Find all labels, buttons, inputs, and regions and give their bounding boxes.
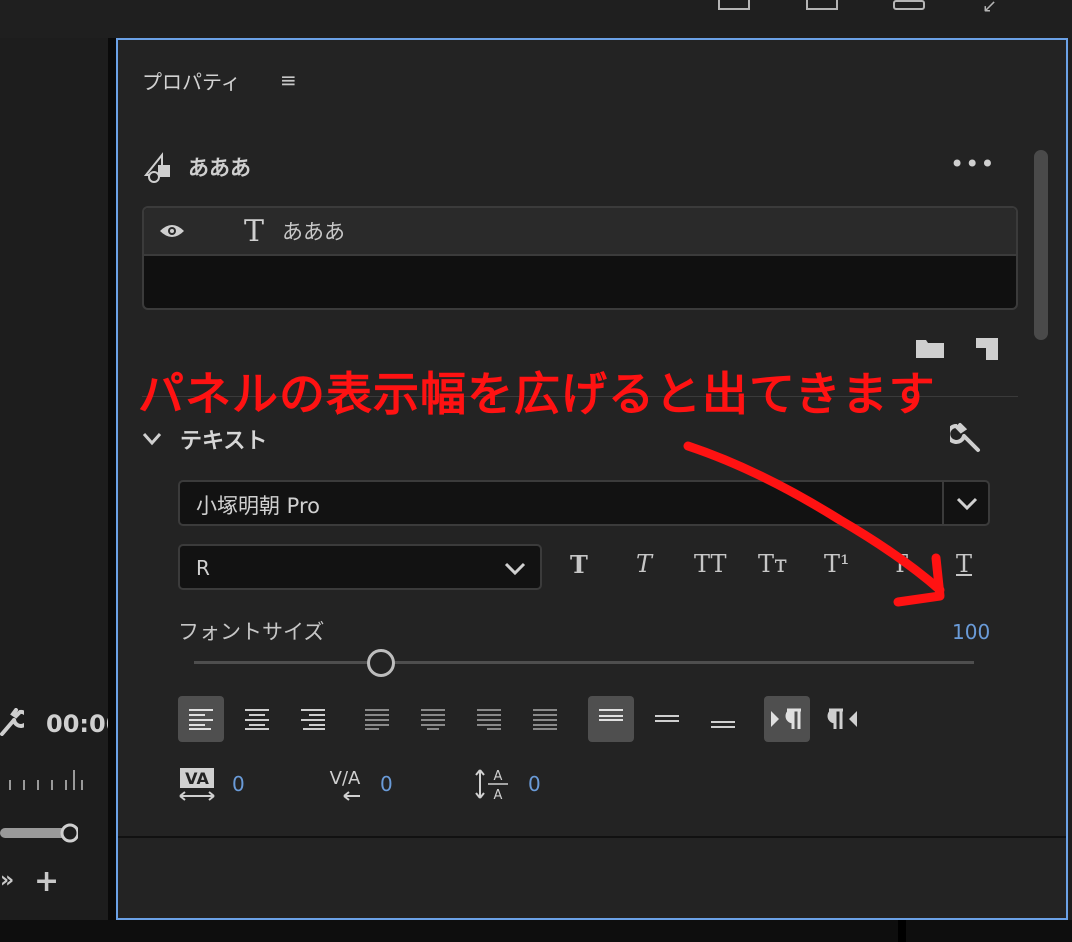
align-top-button[interactable] xyxy=(588,696,634,742)
underline-button[interactable]: T xyxy=(956,550,972,586)
superscript-button[interactable]: T¹ xyxy=(824,550,850,586)
align-bottom-icon xyxy=(711,721,735,728)
font-family-value: 小塚明朝 Pro xyxy=(196,494,320,518)
justify-center-button[interactable] xyxy=(410,696,456,742)
safe-margins-icon[interactable] xyxy=(806,0,838,10)
wrench-icon[interactable] xyxy=(950,422,982,454)
small-caps-button[interactable]: Tт xyxy=(758,550,787,586)
layer-list: T あああ xyxy=(142,206,1018,310)
tracking-value[interactable]: 0 xyxy=(380,772,393,796)
graphic-shape-icon xyxy=(143,152,170,183)
ltr-direction-button[interactable] xyxy=(764,696,810,742)
annotation-text: パネルの表示幅を広げると出てきます xyxy=(138,367,936,421)
font-size-slider-track[interactable] xyxy=(194,661,974,664)
justify-right-button[interactable] xyxy=(466,696,512,742)
all-caps-button[interactable]: TT xyxy=(694,550,726,586)
align-center-icon xyxy=(245,709,269,730)
kerning-control[interactable]: VA 0 xyxy=(178,764,245,804)
chevron-down-icon[interactable] xyxy=(142,432,162,446)
align-middle-button[interactable] xyxy=(644,696,690,742)
chevron-down-icon xyxy=(956,497,978,511)
text-layer-icon: T xyxy=(244,213,265,249)
align-left-icon xyxy=(189,709,213,730)
top-toolbar: ↙ xyxy=(0,0,1072,38)
font-style-select[interactable]: R xyxy=(178,544,542,590)
section-title: テキスト xyxy=(180,429,268,454)
add-icon[interactable]: + xyxy=(34,864,59,899)
panel-footer-divider xyxy=(118,836,1066,838)
justify-left-button[interactable] xyxy=(354,696,400,742)
align-middle-icon xyxy=(655,715,679,722)
ltr-paragraph-icon xyxy=(771,708,801,729)
bottom-divider xyxy=(898,920,906,942)
justify-left-icon xyxy=(365,709,389,730)
properties-panel: プロパティ ≡ あああ ••• T あああ パネルの表示幅を広げると出てきます xyxy=(116,38,1068,920)
baseline-value[interactable]: 0 xyxy=(528,772,541,796)
new-layer-icon[interactable] xyxy=(976,338,998,360)
subscript-button[interactable]: T xyxy=(892,550,908,586)
chevron-down-icon[interactable] xyxy=(504,558,526,578)
scrollbar[interactable] xyxy=(1034,150,1048,340)
rtl-direction-button[interactable] xyxy=(820,696,866,742)
collapse-arrow-icon[interactable]: ↙ xyxy=(982,0,997,17)
wrench-icon[interactable] xyxy=(0,708,24,736)
panel-title: プロパティ xyxy=(142,70,241,94)
align-top-icon xyxy=(599,709,623,721)
font-family-select[interactable]: 小塚明朝 Pro xyxy=(178,480,990,526)
align-left-button[interactable] xyxy=(178,696,224,742)
svg-text:A: A xyxy=(494,788,503,802)
more-options-button[interactable]: ••• xyxy=(950,150,995,178)
font-size-slider-knob[interactable] xyxy=(367,649,396,677)
faux-bold-button[interactable]: T xyxy=(570,550,588,586)
align-bottom-button[interactable] xyxy=(700,696,746,742)
svg-text:V/A: V/A xyxy=(330,768,361,789)
tracking-control[interactable]: V/A 0 xyxy=(326,764,393,804)
layer-row[interactable]: T あああ xyxy=(144,208,1016,256)
bottom-strip xyxy=(0,920,1072,942)
justify-right-icon xyxy=(477,709,501,730)
justify-all-button[interactable] xyxy=(522,696,568,742)
timeline-ruler xyxy=(9,770,83,790)
leading-icon: A A xyxy=(475,769,508,802)
more-chevrons-icon[interactable]: » xyxy=(0,868,14,893)
align-center-button[interactable] xyxy=(234,696,280,742)
kerning-icon: VA xyxy=(179,768,215,801)
justify-center-icon xyxy=(421,709,445,730)
toggle-icon[interactable] xyxy=(893,0,925,10)
svg-text:A: A xyxy=(494,769,503,784)
rtl-paragraph-icon xyxy=(827,708,857,729)
folder-icon[interactable] xyxy=(916,338,944,358)
font-family-dropdown[interactable] xyxy=(942,482,988,524)
text-section-header[interactable]: テキスト xyxy=(142,422,267,456)
clip-name: あああ xyxy=(188,156,251,180)
font-size-value[interactable]: 100 xyxy=(952,620,990,644)
clip-header: あああ xyxy=(142,150,251,184)
kerning-value[interactable]: 0 xyxy=(232,772,245,796)
svg-text:VA: VA xyxy=(185,769,209,788)
baseline-control[interactable]: A A 0 xyxy=(474,764,541,804)
font-size-label: フォントサイズ xyxy=(178,620,325,644)
layer-name[interactable]: あああ xyxy=(282,216,345,246)
panel-menu-icon[interactable]: ≡ xyxy=(280,68,297,92)
justify-all-icon xyxy=(533,709,557,730)
align-right-button[interactable] xyxy=(290,696,336,742)
export-frame-icon[interactable] xyxy=(718,0,750,10)
align-right-icon xyxy=(301,709,325,730)
font-style-value: R xyxy=(196,556,210,580)
panel-divider[interactable] xyxy=(108,38,116,920)
eye-icon[interactable] xyxy=(158,221,186,241)
tracking-icon: V/A xyxy=(330,768,361,801)
faux-italic-button[interactable]: T xyxy=(636,550,652,586)
zoom-slider[interactable] xyxy=(0,822,78,844)
